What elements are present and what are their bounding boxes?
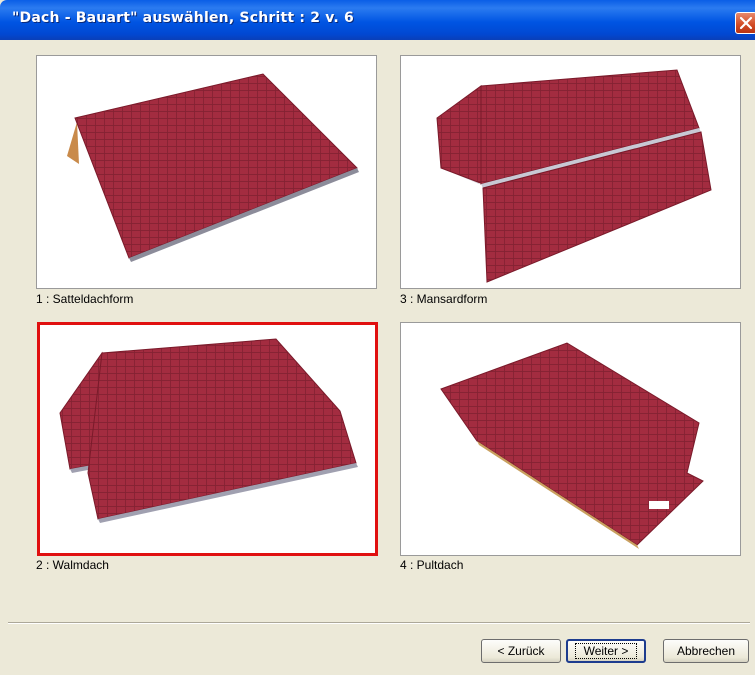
cancel-button[interactable]: Abbrechen [663, 639, 749, 663]
option-label: 4 : Pultdach [400, 558, 464, 572]
walmdach-roof-image [59, 338, 358, 523]
roof-option-walmdach[interactable] [37, 322, 378, 556]
close-button[interactable] [735, 12, 755, 34]
next-button-label: Weiter > [574, 643, 638, 659]
option-label: 2 : Walmdach [36, 558, 109, 572]
dialog-body: 1 : Satteldachform 3 : Mansardform 2 : W… [0, 40, 755, 675]
window-title: "Dach - Bauart" auswählen, Schritt : 2 v… [12, 10, 354, 26]
option-label: 1 : Satteldachform [36, 292, 134, 306]
title-bar[interactable]: "Dach - Bauart" auswählen, Schritt : 2 v… [0, 0, 755, 40]
next-button[interactable]: Weiter > [566, 639, 646, 663]
roof-option-mansardform[interactable] [400, 55, 741, 289]
footer-divider-highlight [8, 623, 750, 624]
option-label: 3 : Mansardform [400, 292, 488, 306]
cancel-button-label: Abbrechen [676, 644, 736, 658]
back-button-label: < Zurück [497, 644, 545, 658]
roof-option-pultdach[interactable] [400, 322, 741, 556]
back-button[interactable]: < Zurück [481, 639, 561, 663]
satteldach-roof-image [67, 73, 359, 262]
dialog-window: "Dach - Bauart" auswählen, Schritt : 2 v… [0, 0, 755, 675]
mansardform-roof-image [436, 69, 712, 283]
pultdach-roof-image [440, 342, 704, 549]
roof-option-satteldach[interactable] [36, 55, 377, 289]
